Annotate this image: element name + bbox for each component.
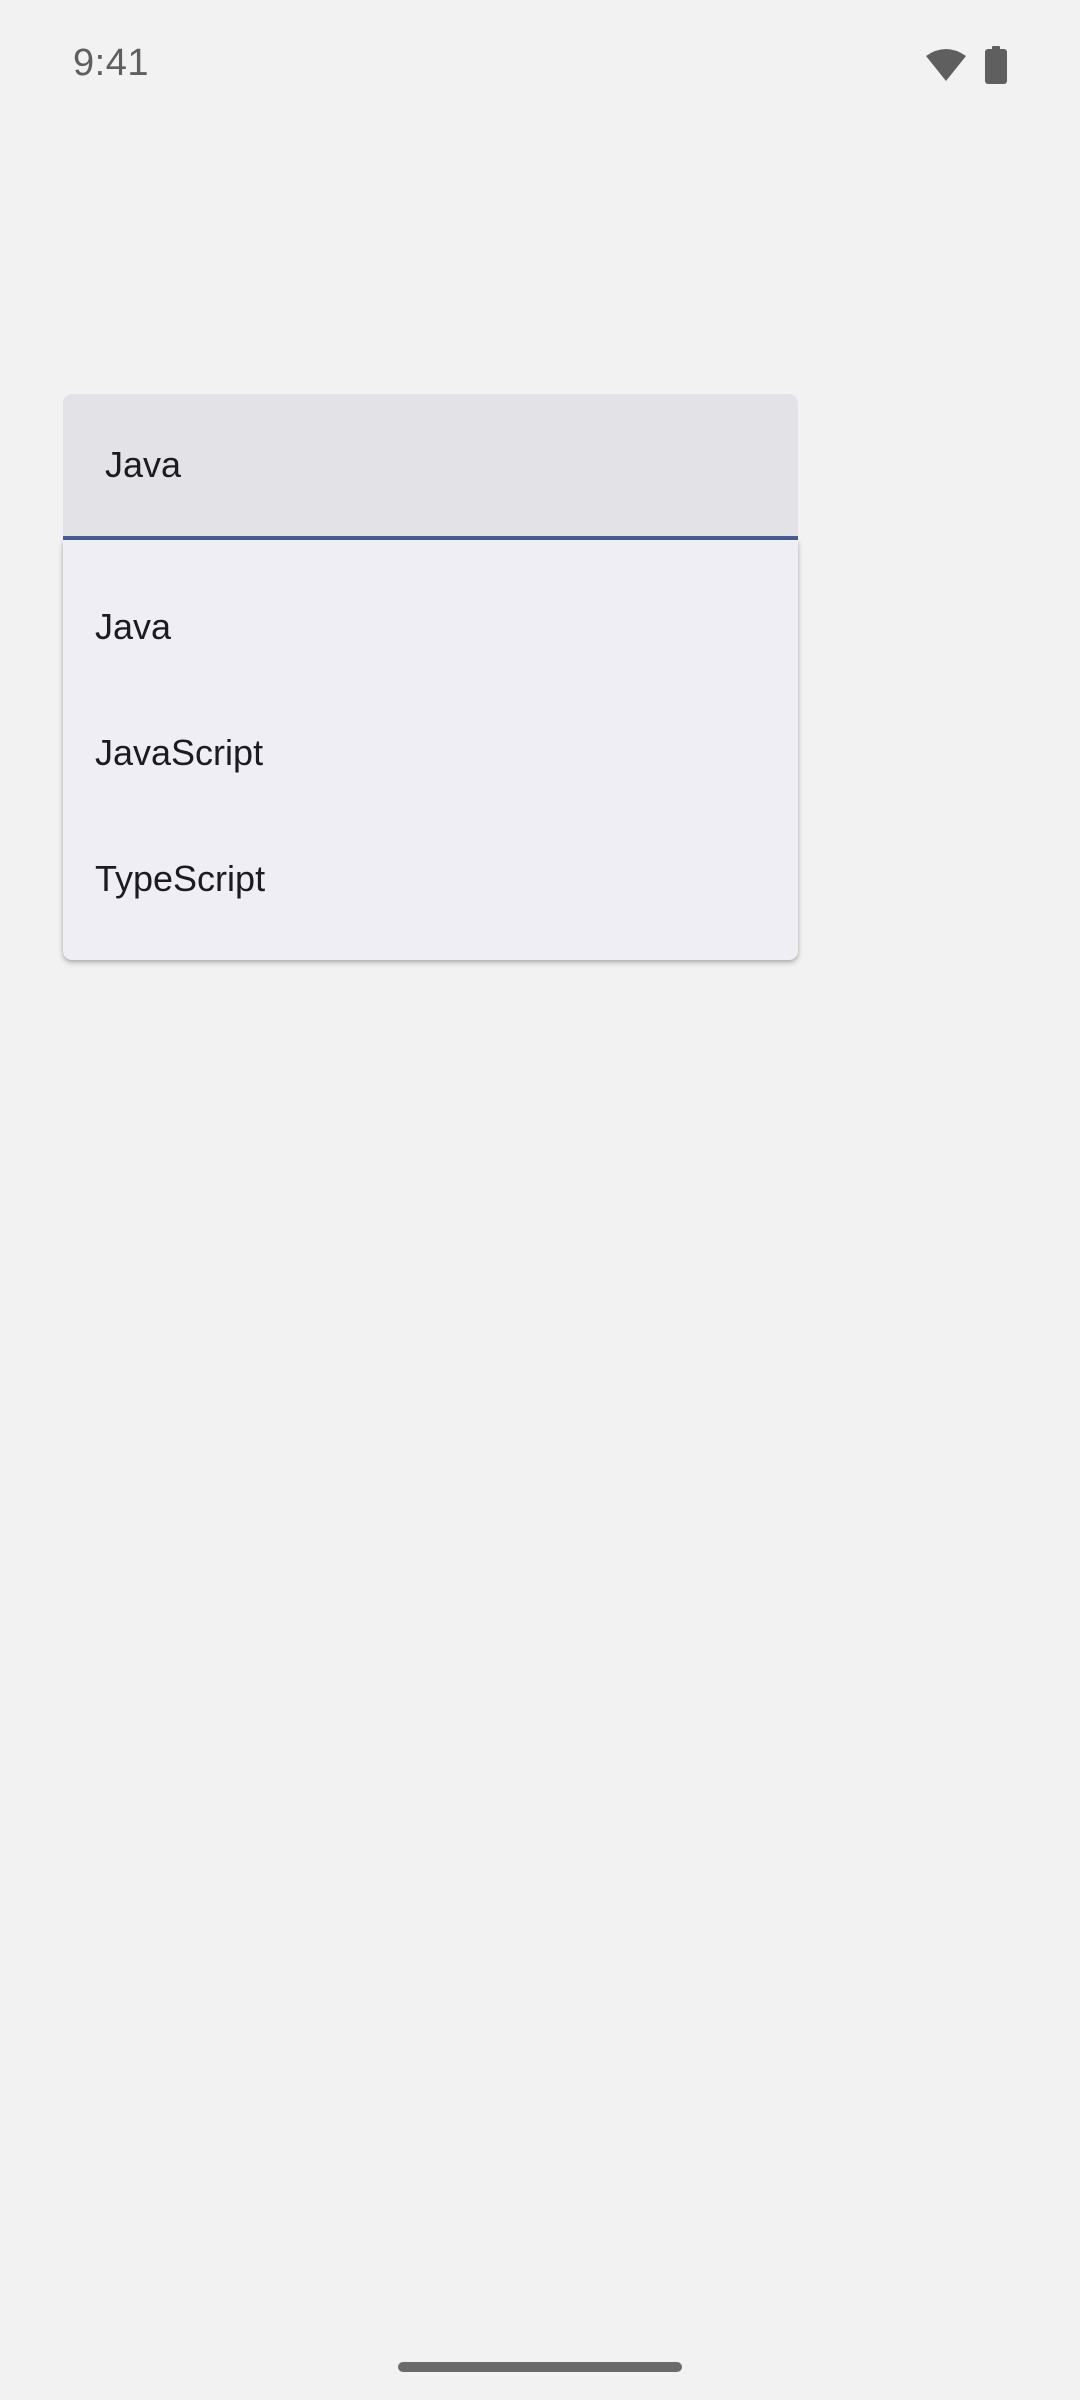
menu-item-java[interactable]: Java	[63, 564, 798, 690]
menu-item-typescript[interactable]: TypeScript	[63, 816, 798, 942]
menu-item-javascript[interactable]: JavaScript	[63, 690, 798, 816]
battery-icon	[985, 46, 1007, 84]
text-field-value: Java	[105, 444, 182, 485]
dropdown-menu: Java JavaScript TypeScript	[63, 540, 798, 960]
wifi-icon	[925, 48, 967, 82]
language-text-field[interactable]: Java	[63, 394, 798, 540]
gesture-navigation-bar[interactable]	[398, 2362, 682, 2372]
status-bar: 9:41	[0, 0, 1080, 130]
status-time: 9:41	[73, 42, 149, 84]
status-icons	[925, 44, 1007, 86]
